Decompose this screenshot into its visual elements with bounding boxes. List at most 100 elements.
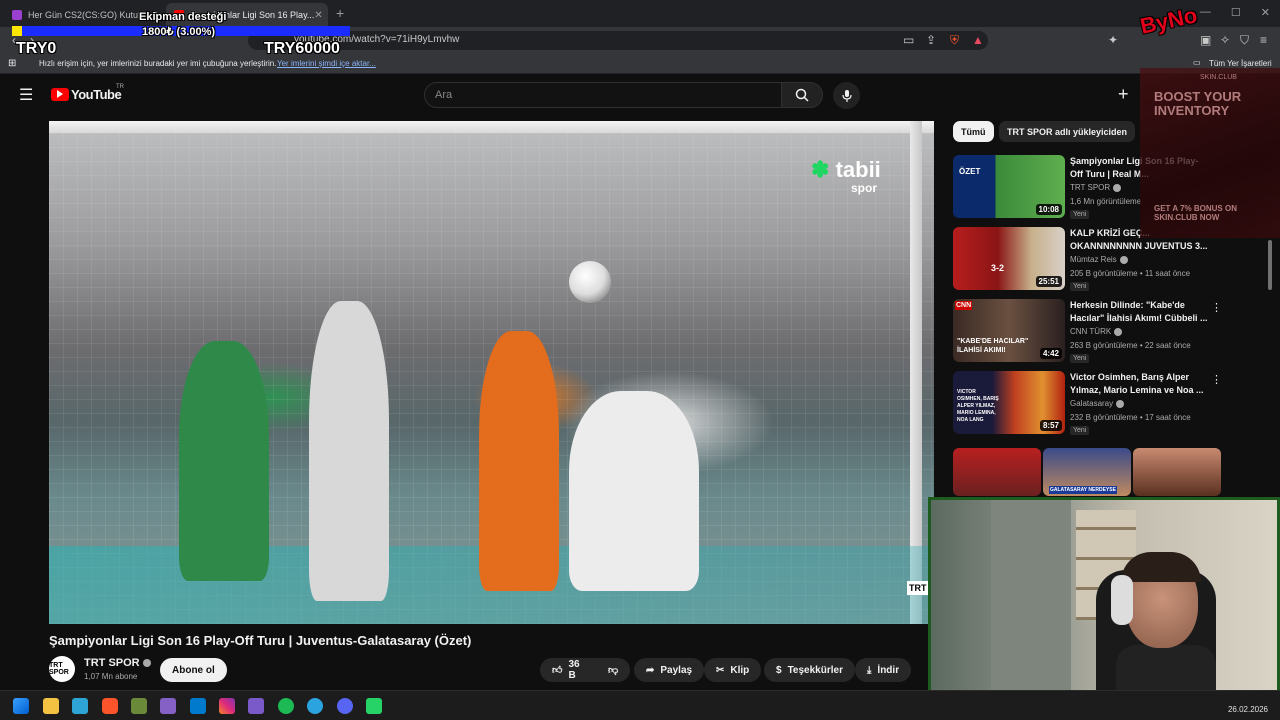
brave-browser-icon[interactable] [102, 698, 118, 714]
desktop-app-icon[interactable] [72, 698, 88, 714]
wallet-icon[interactable]: ▣ [1200, 33, 1211, 47]
like-button[interactable]: 👍︎ 36 B [540, 658, 600, 682]
player-figure [309, 301, 389, 601]
list-item[interactable]: CNN "KABE'DE HACILAR" İLAHİSİ AKIMI! 4:4… [953, 299, 1223, 363]
ad-headline: BOOST YOUR INVENTORY [1154, 89, 1242, 118]
verified-icon [1119, 255, 1128, 264]
video-meta: 205 B görüntüleme • 11 saat önce [1070, 269, 1191, 278]
minimize-icon[interactable]: — [1200, 6, 1211, 19]
tab-favicon-icon [12, 10, 22, 20]
close-window-icon[interactable]: ✕ [1261, 6, 1270, 19]
voice-search-button[interactable] [833, 82, 860, 109]
verified-icon [142, 659, 151, 668]
short-thumbnail[interactable]: GALATASARAY NERDEYSE [1043, 448, 1131, 496]
bookmarks-hint: Hızlı erişim için, yer imlerinizi burada… [39, 59, 277, 68]
visual-studio-icon[interactable] [160, 698, 176, 714]
verified-icon [1113, 183, 1122, 192]
app-icon[interactable] [131, 698, 147, 714]
close-tab-icon[interactable]: ✕ [314, 10, 322, 21]
channel-name[interactable]: TRT SPOR [84, 657, 151, 669]
chip-all[interactable]: Tümü [953, 121, 994, 142]
channel-name[interactable]: Galatasaray [1070, 399, 1125, 408]
thanks-button[interactable]: $ Teşekkürler [764, 658, 855, 682]
chip-from-uploader[interactable]: TRT SPOR adlı yükleyiciden [999, 121, 1136, 142]
windows-taskbar: 26.02.2026 [0, 690, 1280, 720]
instagram-icon[interactable] [219, 698, 235, 714]
video-thumbnail[interactable]: ÖZET 10:08 [953, 155, 1065, 218]
channel-name-text: TRT SPOR [84, 657, 140, 669]
channel-name[interactable]: Mümtaz Reis [1070, 255, 1128, 264]
hamburger-menu-icon[interactable]: ☰ [19, 85, 33, 105]
windows-start-icon[interactable] [13, 698, 29, 714]
video-thumbnail[interactable]: VICTOR OSIMHEN, BARIŞ ALPER YILMAZ, MARI… [953, 371, 1065, 434]
new-tab-button[interactable]: + [336, 5, 344, 21]
download-button[interactable]: ⤓ İndir [855, 658, 912, 682]
short-thumbnail[interactable] [953, 448, 1041, 496]
spotify-icon[interactable] [278, 698, 294, 714]
sidebar-scrollbar[interactable] [1268, 240, 1272, 290]
all-bookmarks[interactable]: Tüm Yer İşaretleri [1209, 59, 1272, 68]
folder-icon: ▭ [1193, 58, 1201, 67]
verified-icon [1116, 399, 1125, 408]
channel-avatar[interactable]: TRT SPOR [49, 656, 75, 682]
taskbar-date[interactable]: 26.02.2026 [1228, 705, 1268, 714]
goalkeeper-figure [179, 341, 269, 581]
subscribe-button[interactable]: Abone ol [160, 658, 227, 682]
address-bar[interactable]: youtube.com/watch?v=71iH9yLmvhw [248, 31, 988, 50]
telegram-icon[interactable] [307, 698, 323, 714]
watermark-sub: spor [851, 181, 878, 195]
pen-app-icon[interactable] [248, 698, 264, 714]
channel-name[interactable]: CNN TÜRK [1070, 327, 1123, 336]
short-thumbnail[interactable] [1133, 448, 1221, 496]
share-button[interactable]: ➦ Paylaş [634, 658, 705, 682]
more-options-icon[interactable]: ⋮ [1211, 373, 1222, 386]
thanks-label: Teşekkürler [787, 664, 843, 676]
webcam-overlay [928, 497, 1280, 700]
create-plus-icon[interactable]: + [1118, 84, 1129, 105]
clip-label: Klip [730, 664, 750, 676]
cast-icon[interactable]: ▭ [903, 33, 914, 47]
new-badge: Yeni [1070, 282, 1090, 291]
youtube-logo-text[interactable]: YouTube [71, 87, 122, 102]
donation-progress-fill [12, 26, 23, 36]
search-placeholder: Ara [435, 89, 453, 101]
vpn-icon[interactable]: ⛉ [1240, 33, 1249, 48]
vscode-icon[interactable] [190, 698, 206, 714]
video-duration: 4:42 [1039, 348, 1062, 359]
more-options-icon[interactable]: ⋮ [1211, 301, 1222, 314]
discord-icon[interactable] [337, 698, 353, 714]
player-figure [479, 331, 559, 591]
list-item[interactable]: VICTOR OSIMHEN, BARIŞ ALPER YILMAZ, MARI… [953, 371, 1223, 435]
search-input[interactable]: Ara [424, 82, 782, 108]
file-explorer-icon[interactable] [43, 698, 59, 714]
brave-shield-icon[interactable]: ⛨ [950, 33, 959, 48]
video-title[interactable]: Herkesin Dilinde: "Kabe'de Hacılar" İlah… [1070, 299, 1210, 325]
leo-ai-icon[interactable]: ✧ [1220, 33, 1230, 47]
maximize-icon[interactable]: ☐ [1231, 6, 1241, 19]
new-badge: Yeni [1070, 426, 1090, 435]
thumbnail-label: ÖZET [959, 167, 981, 176]
video-title[interactable]: Victor Osimhen, Barış Alper Yılmaz, Mari… [1070, 371, 1210, 397]
share-page-icon[interactable]: ⇪ [926, 33, 936, 47]
thumbnail-label: 3-2 [991, 263, 1005, 273]
search-button[interactable] [781, 82, 823, 108]
channel-name[interactable]: TRT SPOR [1070, 183, 1122, 192]
ad-brand: SKIN.CLUB [1200, 74, 1237, 81]
short-label: GALATASARAY NERDEYSE [1049, 486, 1117, 494]
import-bookmarks-link[interactable]: Yer imlerini şimdi içe aktar... [277, 59, 376, 68]
youtube-region: TR [116, 84, 124, 90]
trt-corner-logo: TRT [907, 581, 929, 595]
video-meta: 1,6 Mn görüntüleme [1070, 197, 1142, 206]
clip-button[interactable]: ✂ Klip [704, 658, 762, 682]
whatsapp-icon[interactable] [366, 698, 382, 714]
search-icon [795, 88, 809, 102]
video-thumbnail[interactable]: 3-2 25:51 [953, 227, 1065, 290]
video-thumbnail[interactable]: CNN "KABE'DE HACILAR" İLAHİSİ AKIMI! 4:4… [953, 299, 1065, 362]
apps-grid-icon[interactable]: ⊞ [8, 58, 16, 69]
extensions-icon[interactable]: ✦ [1108, 33, 1118, 47]
menu-icon[interactable]: ≡ [1260, 33, 1267, 47]
dislike-button[interactable]: 👎︎ [600, 658, 630, 682]
video-player[interactable]: ✽ tabii spor TRT [49, 121, 934, 624]
brave-rewards-icon[interactable]: ▲ [972, 33, 984, 47]
skin-club-ad[interactable]: SKIN.CLUB BOOST YOUR INVENTORY GET A 7% … [1140, 68, 1280, 238]
